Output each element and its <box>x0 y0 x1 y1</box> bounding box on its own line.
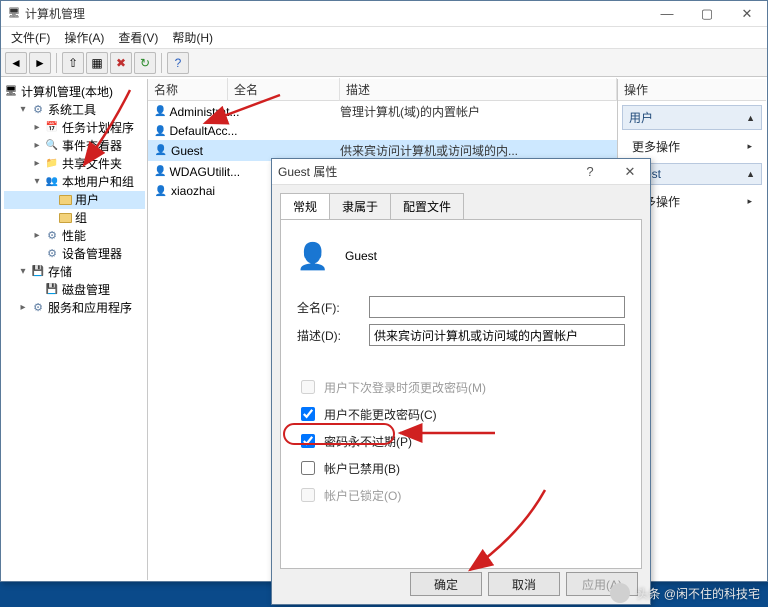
checkbox-account-locked <box>301 488 315 502</box>
tree-groups[interactable]: 组 <box>4 209 145 227</box>
fullname-input[interactable] <box>369 296 625 318</box>
checkbox-row-cannot-change[interactable]: 用户不能更改密码(C) <box>297 404 625 424</box>
tree-task-scheduler[interactable]: ▸任务计划程序 <box>4 119 145 137</box>
watermark: 头条 @闲不住的科技宅 <box>610 583 760 603</box>
actions-header: 操作 <box>618 79 766 101</box>
titlebar: 计算机管理 — ▢ ✕ <box>1 1 767 27</box>
tree-shared-folders[interactable]: ▸共享文件夹 <box>4 155 145 173</box>
chevron-right-icon: ▸ <box>747 196 752 207</box>
dialog-title: Guest 属性 <box>278 163 337 180</box>
close-button[interactable]: ✕ <box>727 1 767 27</box>
forward-button[interactable]: ► <box>29 52 51 74</box>
tree-system-tools[interactable]: ▾系统工具 <box>4 101 145 119</box>
tree-pane: 计算机管理(本地) ▾系统工具 ▸任务计划程序 ▸事件查看器 ▸共享文件夹 ▾本… <box>2 79 148 580</box>
up-button[interactable]: ⇧ <box>62 52 84 74</box>
tree-performance[interactable]: ▸性能 <box>4 227 145 245</box>
tree-services-apps[interactable]: ▸服务和应用程序 <box>4 299 145 317</box>
checkbox-row-never-expires[interactable]: 密码永不过期(P) <box>297 431 625 451</box>
dialog-close-button[interactable]: ✕ <box>610 159 650 185</box>
delete-button[interactable]: ✖ <box>110 52 132 74</box>
actions-more-1[interactable]: 更多操作▸ <box>618 134 766 159</box>
cancel-button[interactable]: 取消 <box>488 572 560 596</box>
tab-general[interactable]: 常规 <box>280 193 330 219</box>
list-row-administrator[interactable]: Administrat... 管理计算机(域)的内置帐户 <box>148 101 617 122</box>
checkbox-account-disabled[interactable] <box>301 461 315 475</box>
tabs: 常规 隶属于 配置文件 <box>280 193 642 219</box>
tree-device-manager[interactable]: 设备管理器 <box>4 245 145 263</box>
dialog-titlebar: Guest 属性 ? ✕ <box>272 159 650 185</box>
fullname-label: 全名(F): <box>297 299 369 316</box>
tree-local-users-groups[interactable]: ▾本地用户和组 <box>4 173 145 191</box>
user-icon: 👤 <box>297 240 329 272</box>
tree-storage[interactable]: ▾存储 <box>4 263 145 281</box>
tab-panel-general: 👤 Guest 全名(F): 描述(D): 用户下次登录时须更改密码(M) 用户… <box>280 219 642 569</box>
description-label: 描述(D): <box>297 327 369 344</box>
col-desc[interactable]: 描述 <box>340 78 617 101</box>
app-icon <box>7 7 21 21</box>
maximize-button[interactable]: ▢ <box>687 1 727 27</box>
props-button[interactable]: ▦ <box>86 52 108 74</box>
menu-help[interactable]: 帮助(H) <box>166 27 219 48</box>
list-header: 名称 全名 描述 <box>148 79 617 101</box>
menubar: 文件(F) 操作(A) 查看(V) 帮助(H) <box>1 27 767 49</box>
help-button[interactable]: ? <box>167 52 189 74</box>
dialog-help-button[interactable]: ? <box>570 159 610 185</box>
checkbox-row-must-change: 用户下次登录时须更改密码(M) <box>297 377 625 397</box>
chevron-up-icon: ▲ <box>746 113 755 123</box>
ok-button[interactable]: 确定 <box>410 572 482 596</box>
menu-file[interactable]: 文件(F) <box>5 27 56 48</box>
username-label: Guest <box>345 249 377 263</box>
description-input[interactable] <box>369 324 625 346</box>
toolbar: ◄ ► ⇧ ▦ ✖ ↻ ? <box>1 49 767 77</box>
checkbox-row-disabled[interactable]: 帐户已禁用(B) <box>297 458 625 478</box>
avatar-icon <box>610 583 630 603</box>
tree-disk-management[interactable]: 磁盘管理 <box>4 281 145 299</box>
tab-profile[interactable]: 配置文件 <box>390 193 464 219</box>
checkbox-never-expires[interactable] <box>301 434 315 448</box>
actions-section-users[interactable]: 用户▲ <box>622 105 762 130</box>
tree-event-viewer[interactable]: ▸事件查看器 <box>4 137 145 155</box>
checkbox-must-change <box>301 380 315 394</box>
list-row-defaultaccount[interactable]: DefaultAcc... <box>148 122 617 140</box>
checkbox-row-locked: 帐户已锁定(O) <box>297 485 625 505</box>
menu-view[interactable]: 查看(V) <box>112 27 164 48</box>
chevron-up-icon: ▲ <box>746 169 755 179</box>
chevron-right-icon: ▸ <box>747 141 752 152</box>
watermark-text: 头条 @闲不住的科技宅 <box>636 585 760 602</box>
minimize-button[interactable]: — <box>647 1 687 27</box>
back-button[interactable]: ◄ <box>5 52 27 74</box>
checkbox-cannot-change[interactable] <box>301 407 315 421</box>
guest-properties-dialog: Guest 属性 ? ✕ 常规 隶属于 配置文件 👤 Guest 全名(F): … <box>271 158 651 605</box>
menu-action[interactable]: 操作(A) <box>58 27 110 48</box>
tree-users[interactable]: 用户 <box>4 191 145 209</box>
col-name[interactable]: 名称 <box>148 78 228 101</box>
refresh-button[interactable]: ↻ <box>134 52 156 74</box>
window-title: 计算机管理 <box>25 5 85 22</box>
tree-root[interactable]: 计算机管理(本地) <box>4 83 145 101</box>
tab-memberof[interactable]: 隶属于 <box>329 193 391 219</box>
col-fullname[interactable]: 全名 <box>228 78 340 101</box>
